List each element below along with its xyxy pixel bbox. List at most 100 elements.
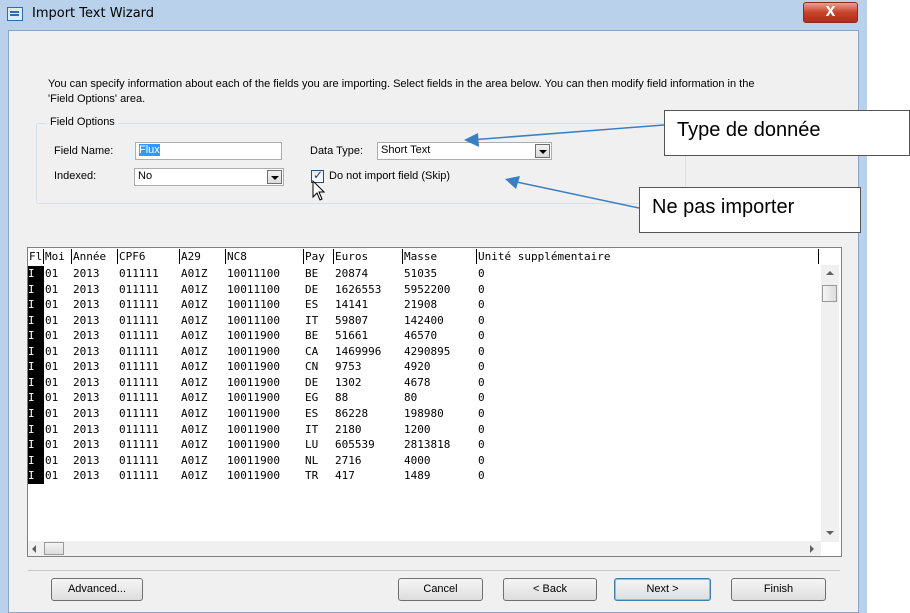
table-cell: IT	[305, 313, 319, 327]
table-cell: DE	[305, 375, 319, 389]
finish-button[interactable]: Finish	[731, 578, 826, 601]
table-cell: A01Z	[181, 329, 208, 343]
table-cell: A01Z	[181, 391, 208, 405]
vertical-scrollbar[interactable]	[821, 265, 839, 542]
table-cell: 9753	[335, 360, 362, 374]
table-cell: A01Z	[181, 453, 208, 467]
table-cell: 51661	[335, 329, 369, 343]
table-cell: TR	[305, 469, 319, 483]
next-button[interactable]: Next >	[614, 578, 711, 601]
scroll-up-icon[interactable]	[826, 271, 834, 275]
table-cell: 10011900	[227, 469, 280, 483]
back-button[interactable]: < Back	[503, 578, 597, 601]
column-header[interactable]: A29	[180, 249, 226, 264]
table-cell: 011111	[119, 360, 159, 374]
advanced-button[interactable]: Advanced...	[51, 578, 143, 601]
table-cell: 10011100	[227, 282, 280, 296]
column-header[interactable]: Unité supplémentaire	[477, 249, 819, 264]
table-cell: 2013	[73, 375, 100, 389]
table-cell: 011111	[119, 422, 159, 436]
selected-column-cell: I	[28, 328, 44, 345]
table-cell: 46570	[404, 329, 438, 343]
indexed-select[interactable]: No	[134, 168, 284, 186]
table-cell: 417	[335, 469, 355, 483]
close-button[interactable]: X	[803, 2, 858, 23]
table-cell: 2013	[73, 469, 100, 483]
table-cell: 0	[478, 469, 485, 483]
table-cell: BE	[305, 267, 319, 280]
selected-column-cell: I	[28, 452, 44, 469]
table-cell: 011111	[119, 469, 159, 483]
column-header[interactable]: Année	[72, 249, 118, 264]
data-type-select[interactable]: Short Text	[377, 142, 552, 160]
column-header[interactable]: Pay	[304, 249, 334, 264]
title-bar[interactable]: Import Text Wizard X	[0, 0, 867, 32]
table-cell: 2013	[73, 282, 100, 296]
table-cell: LU	[305, 438, 319, 452]
table-cell: 0	[478, 313, 485, 327]
table-cell: 10011900	[227, 329, 280, 343]
table-cell: 5952200	[404, 282, 451, 296]
table-cell: 10011900	[227, 422, 280, 436]
table-cell: 01	[45, 313, 59, 327]
table-cell: 86228	[335, 406, 369, 420]
vertical-scroll-thumb[interactable]	[822, 285, 837, 302]
column-header[interactable]: Masse	[403, 249, 477, 264]
horizontal-scroll-thumb[interactable]	[44, 542, 64, 555]
cancel-button[interactable]: Cancel	[398, 578, 483, 601]
field-name-input[interactable]: Flux	[135, 142, 282, 160]
table-cell: CN	[305, 360, 319, 374]
app-icon	[7, 7, 23, 21]
table-cell: 01	[45, 375, 59, 389]
chevron-down-icon[interactable]	[535, 144, 550, 158]
column-header[interactable]: CPF6	[118, 249, 180, 264]
table-cell: A01Z	[181, 313, 208, 327]
scroll-down-icon[interactable]	[826, 531, 834, 535]
scroll-right-icon[interactable]	[810, 545, 814, 553]
table-cell: BE	[305, 329, 319, 343]
table-cell: 01	[45, 469, 59, 483]
mouse-cursor-icon	[312, 180, 326, 201]
selected-column-cell: I	[28, 297, 44, 314]
column-header[interactable]: Fl	[28, 249, 44, 264]
table-cell: 2013	[73, 344, 100, 358]
indexed-value: No	[138, 170, 153, 182]
table-cell: 10011100	[227, 313, 280, 327]
table-cell: 10011100	[227, 267, 280, 280]
table-cell: DE	[305, 282, 319, 296]
table-cell: 011111	[119, 313, 159, 327]
data-type-value: Short Text	[381, 144, 431, 156]
table-cell: 0	[478, 375, 485, 389]
table-cell: 011111	[119, 298, 159, 312]
table-cell: 2813818	[404, 438, 451, 452]
column-header[interactable]: NC8	[226, 249, 304, 264]
column-header[interactable]: Moi	[44, 249, 72, 264]
table-cell: 2013	[73, 422, 100, 436]
table-cell: 011111	[119, 391, 159, 405]
table-cell: 01	[45, 267, 59, 280]
data-preview-grid[interactable]: Fl Moi Année CPF6 A29 NC8 Pay Euros Masse Unité s…	[27, 247, 842, 557]
selected-column-cell: I	[28, 312, 44, 329]
table-cell: 10011900	[227, 344, 280, 358]
table-cell: 0	[478, 406, 485, 420]
table-cell: 10011900	[227, 438, 280, 452]
scroll-left-icon[interactable]	[32, 545, 36, 553]
table-cell: 011111	[119, 406, 159, 420]
table-cell: 21908	[404, 298, 438, 312]
table-cell: 4000	[404, 453, 431, 467]
table-cell: 10011900	[227, 391, 280, 405]
table-cell: 01	[45, 406, 59, 420]
skip-field-label[interactable]: Do not import field (Skip)	[329, 170, 450, 182]
horizontal-scrollbar[interactable]	[28, 541, 821, 556]
chevron-down-icon[interactable]	[267, 170, 282, 184]
table-cell: 2013	[73, 298, 100, 312]
table-cell: 0	[478, 391, 485, 405]
table-cell: 10011900	[227, 406, 280, 420]
table-cell: 88	[335, 391, 349, 405]
column-header[interactable]: Euros	[334, 249, 403, 264]
table-cell: 01	[45, 298, 59, 312]
selected-column-cell: I	[28, 421, 44, 438]
table-cell: 10011900	[227, 375, 280, 389]
table-cell: 2013	[73, 267, 100, 280]
table-cell: A01Z	[181, 267, 208, 280]
